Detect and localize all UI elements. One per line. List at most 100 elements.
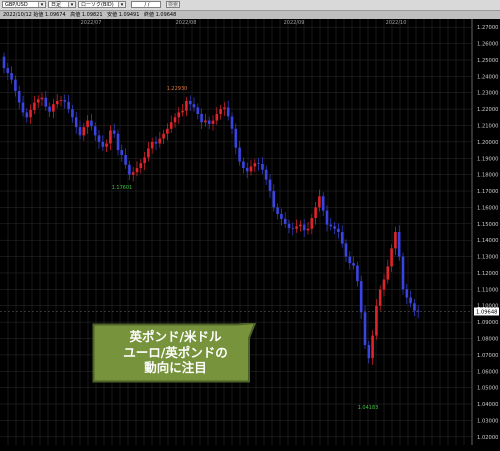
candle-body <box>52 104 55 112</box>
candle-body <box>367 345 371 359</box>
candle-body <box>173 117 177 123</box>
y-tick-label: 1.02000 <box>477 435 498 441</box>
candle-body <box>405 289 409 298</box>
candle-body <box>401 256 405 290</box>
symbol-select[interactable]: GBP/USD ▾ <box>2 1 46 8</box>
candle-body <box>344 243 348 257</box>
candle-body <box>314 207 317 219</box>
candle-body <box>359 281 363 313</box>
ohlc-info-bar: 2022/10/12 始値 1.09674 高値 1.09821 安値 1.09… <box>0 11 500 19</box>
x-tick-label: 2022/10 <box>386 20 407 26</box>
chevron-down-icon[interactable]: ▾ <box>38 2 45 8</box>
candle-body <box>33 102 36 110</box>
y-tick-label: 1.24000 <box>477 74 498 80</box>
candle-body <box>329 224 333 227</box>
candle-body <box>318 196 321 208</box>
candle-body <box>25 112 29 118</box>
y-tick-label: 1.15000 <box>477 222 498 228</box>
candle-body <box>2 56 6 69</box>
candle-body <box>371 335 374 359</box>
candle-body <box>337 228 340 232</box>
candle-body <box>268 179 272 192</box>
chevron-down-icon[interactable]: ▾ <box>68 2 75 8</box>
candle-body <box>116 133 120 151</box>
y-tick-label: 1.05000 <box>477 386 498 392</box>
candle-body <box>348 256 352 264</box>
candle-body <box>356 265 359 282</box>
candle-body <box>192 104 196 108</box>
candle-body <box>215 114 219 121</box>
candle-body <box>299 224 302 227</box>
candle-body <box>253 163 257 167</box>
timeframe-value: 日足 <box>51 2 62 8</box>
candle-body <box>321 196 325 211</box>
candle-body <box>59 100 63 101</box>
candle-body <box>44 97 48 107</box>
y-tick-label: 1.11000 <box>477 287 498 293</box>
candle-body <box>188 100 192 105</box>
candle-body <box>409 297 412 304</box>
y-tick-label: 1.26000 <box>477 42 498 48</box>
symbol-value: GBP/USD <box>5 2 28 8</box>
callout-line-3: 動向に注目 <box>144 360 207 375</box>
date-axis: 2022/07 2022/08 2022/09 2022/10 <box>81 20 407 26</box>
timeframe-select[interactable]: 日足 ▾ <box>48 1 76 8</box>
candle-body <box>158 138 162 144</box>
candle-body <box>226 107 230 117</box>
candle-body <box>306 228 310 231</box>
y-tick-label: 1.18000 <box>477 173 498 179</box>
candle-body <box>101 141 105 147</box>
callout-line-1: 英ポンド/米ドル <box>129 329 222 344</box>
candle-body <box>14 79 17 92</box>
date-input[interactable]: / / <box>131 1 161 8</box>
candle-body <box>150 141 154 149</box>
x-tick-label: 2022/09 <box>284 20 305 26</box>
candle-body <box>325 210 329 225</box>
chevron-down-icon[interactable]: ▾ <box>118 2 125 8</box>
candle-body <box>257 163 260 165</box>
candle-body <box>105 143 108 147</box>
y-tick-label: 1.21000 <box>477 124 498 130</box>
search-button[interactable]: 検索 <box>166 1 180 8</box>
toolbar: GBP/USD ▾ 日足 ▾ ローソク(BID) ▾ / / 検索 <box>0 0 500 11</box>
y-tick-label: 1.13000 <box>477 255 498 261</box>
y-tick-label: 1.08000 <box>477 337 498 343</box>
x-tick-label: 2022/08 <box>176 20 197 26</box>
callout: 英ポンド/米ドル ユーロ/英ポンドの 動向に注目 <box>92 329 259 376</box>
y-tick-label: 1.09000 <box>477 320 498 326</box>
candle-body <box>230 116 234 129</box>
candle-body <box>333 226 336 229</box>
candle-body <box>196 107 200 115</box>
candle-body <box>280 213 283 219</box>
candle-body <box>36 99 40 103</box>
price-annotation: 1.04183 <box>358 405 379 411</box>
chart-style-select[interactable]: ローソク(BID) ▾ <box>78 1 126 8</box>
candle-body <box>390 248 393 267</box>
candle-body <box>93 126 97 136</box>
date-input-value: / / <box>144 2 150 8</box>
candle-body <box>219 109 222 115</box>
candle-body <box>128 164 131 175</box>
price-chart[interactable]: 1.17601 1.22930 1.04183 1.27000 1.26000 1.25… <box>0 19 500 451</box>
candle-body <box>302 224 306 231</box>
candle-body <box>143 157 146 164</box>
candle-body <box>272 191 276 208</box>
candlestick-series <box>2 52 420 365</box>
y-tick-label: 1.03000 <box>477 418 498 424</box>
candle-body <box>166 128 169 134</box>
y-tick-label: 1.23000 <box>477 91 498 97</box>
candle-body <box>264 169 268 180</box>
candle-body <box>78 127 82 136</box>
candle-body <box>378 289 382 306</box>
y-tick-label: 1.27000 <box>477 25 498 31</box>
candle-body <box>181 110 184 113</box>
candle-body <box>291 227 295 229</box>
y-tick-label: 1.04000 <box>477 402 498 408</box>
callout-line-2: ユーロ/英ポンドの <box>123 344 228 360</box>
candle-body <box>135 168 139 173</box>
candle-body <box>397 232 401 257</box>
candle-body <box>223 107 226 110</box>
candle-body <box>120 150 124 155</box>
candle-body <box>162 133 165 139</box>
candle-body <box>63 100 67 102</box>
